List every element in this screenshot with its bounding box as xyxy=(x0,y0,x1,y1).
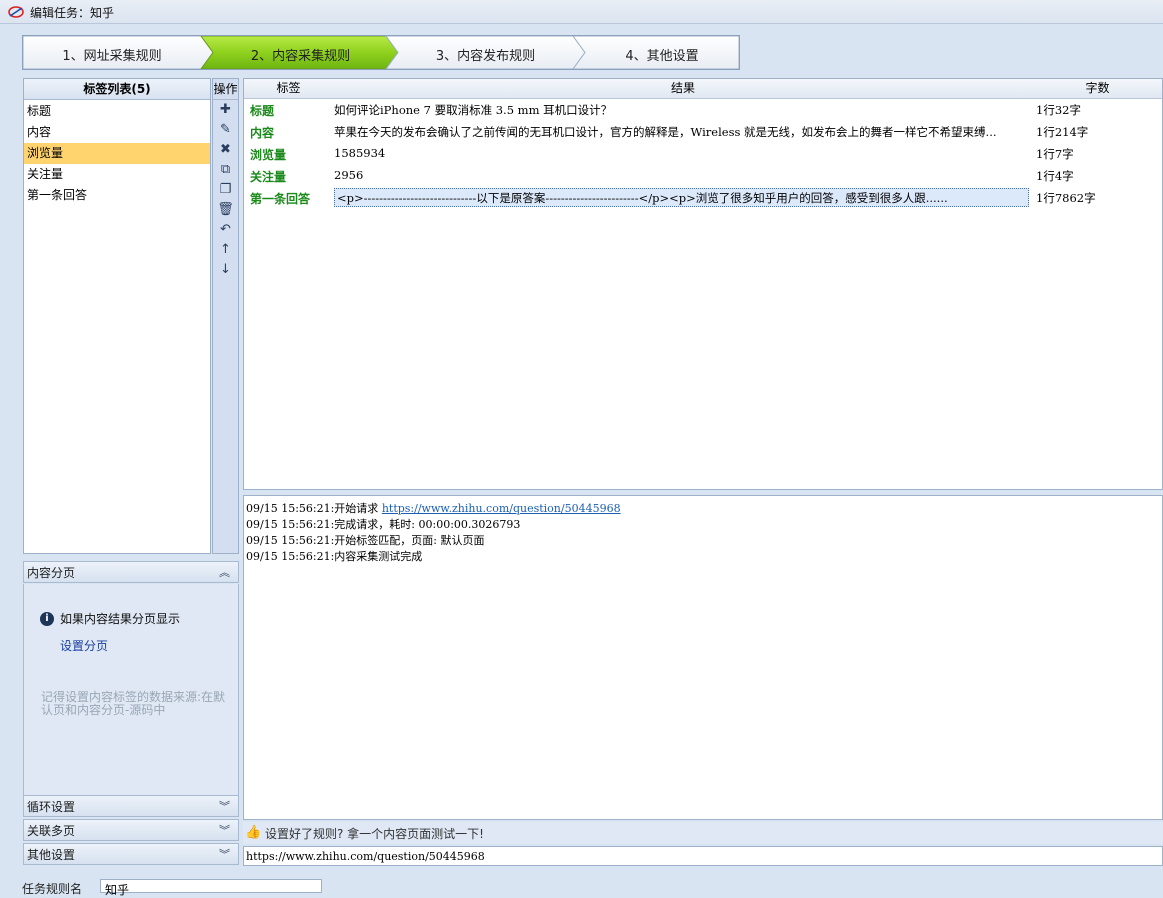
chevron-down-icon[interactable]: ︾ xyxy=(219,844,230,866)
chevron-up-icon[interactable]: ︽ xyxy=(219,562,230,584)
table-row[interactable]: 关注量 2956 1行4字 xyxy=(244,165,1162,187)
paging-hint-text: 记得设置内容标签的数据来源:在默认页和内容分页-源码中 xyxy=(41,690,226,717)
row-result: 苹果在今天的发布会确认了之前传闻的无耳机口设计，官方的解释是，Wireless … xyxy=(334,125,997,139)
step-wizard: 1、网址采集规则 2、内容采集规则 3、内容发布规则 4、其他设置 xyxy=(22,35,740,70)
log-line: 09/15 15:56:21:开始标签匹配，页面: 默认页面 xyxy=(246,534,485,547)
row-tag: 第一条回答 xyxy=(250,192,311,206)
table-row[interactable]: 内容 苹果在今天的发布会确认了之前传闻的无耳机口设计，官方的解释是，Wirele… xyxy=(244,121,1162,143)
tag-list-header: 标签列表(5) xyxy=(24,79,210,100)
step-3-publish-rules[interactable]: 3、内容发布规则 xyxy=(398,45,573,64)
add-icon[interactable]: ✚ xyxy=(216,101,235,119)
other-settings-label: 其他设置 xyxy=(27,848,76,862)
tag-list-panel: 标签列表(5) 标题 内容 浏览量 关注量 第一条回答 xyxy=(23,78,211,554)
row-tag: 关注量 xyxy=(250,170,287,184)
move-up-icon[interactable]: ↑ xyxy=(216,241,235,259)
row-count: 1行32字 xyxy=(1036,103,1081,117)
row-result: 2956 xyxy=(334,168,364,182)
window-title: 编辑任务：知乎 xyxy=(30,6,115,20)
row-result-selected-cell[interactable]: <p>-----------------------------以下是原答案--… xyxy=(334,188,1029,207)
loop-settings-header[interactable]: 循环设置 ︾ xyxy=(23,795,239,817)
paste-icon[interactable]: ❐ xyxy=(216,181,235,199)
chevron-down-icon[interactable]: ︾ xyxy=(219,796,230,818)
trash-icon[interactable]: 🗑 xyxy=(216,201,235,219)
task-rule-name-input[interactable]: 知乎 xyxy=(100,879,322,897)
loop-settings-label: 循环设置 xyxy=(27,800,76,814)
multi-page-label: 关联多页 xyxy=(27,824,76,838)
column-header-count[interactable]: 字数 xyxy=(1033,79,1162,99)
tag-item-first-answer[interactable]: 第一条回答 xyxy=(24,185,210,206)
test-hint-bar: 👍 设置好了规则? 拿一个内容页面测试一下! xyxy=(243,822,1163,844)
tag-item-views[interactable]: 浏览量 xyxy=(24,143,210,164)
content-paging-body: i 如果内容结果分页显示 设置分页 记得设置内容标签的数据来源:在默认页和内容分… xyxy=(23,584,239,795)
task-rule-name-label: 任务规则名 xyxy=(22,882,83,896)
column-header-result[interactable]: 结果 xyxy=(333,79,1034,99)
tag-item-content[interactable]: 内容 xyxy=(24,122,210,143)
copy-icon[interactable]: ⧉ xyxy=(216,161,235,179)
log-line: 09/15 15:56:21:完成请求，耗时: 00:00:00.3026793 xyxy=(246,518,521,531)
multi-page-header[interactable]: 关联多页 ︾ xyxy=(23,819,239,841)
content-paging-label: 内容分页 xyxy=(27,566,76,580)
column-header-tag[interactable]: 标签 xyxy=(244,79,334,99)
info-icon: i xyxy=(40,612,54,626)
row-count: 1行7862字 xyxy=(1036,191,1096,205)
row-count: 1行7字 xyxy=(1036,147,1074,161)
table-row[interactable]: 浏览量 1585934 1行7字 xyxy=(244,143,1162,165)
log-line: 09/15 15:56:21:内容采集测试完成 xyxy=(246,550,423,563)
row-count: 1行4字 xyxy=(1036,169,1074,183)
setup-paging-link[interactable]: 设置分页 xyxy=(60,637,108,654)
result-grid: 标签 结果 字数 标题 如何评论iPhone 7 要取消标准 3.5 mm 耳机… xyxy=(243,78,1163,490)
test-hint-text: 设置好了规则? 拿一个内容页面测试一下! xyxy=(265,827,484,841)
row-tag: 内容 xyxy=(250,126,275,140)
row-result: 1585934 xyxy=(334,146,386,160)
delete-icon[interactable]: ✖ xyxy=(216,141,235,159)
window-title-bar: 编辑任务：知乎 xyxy=(0,0,1163,24)
chevron-down-icon[interactable]: ︾ xyxy=(219,820,230,842)
table-row[interactable]: 第一条回答 <p>-----------------------------以下… xyxy=(244,187,1162,209)
move-down-icon[interactable]: ↓ xyxy=(216,261,235,279)
log-line-text: 09/15 15:56:21:开始请求 xyxy=(246,502,382,515)
operations-column: 操作 ✚ ✎ ✖ ⧉ ❐ 🗑 ↶ ↑ ↓ xyxy=(212,78,239,554)
row-tag: 标题 xyxy=(250,104,275,118)
thumbs-up-icon: 👍 xyxy=(245,825,262,840)
step-2-content-rules[interactable]: 2、内容采集规则 xyxy=(213,45,388,64)
paging-info-text: 如果内容结果分页显示 xyxy=(60,612,181,626)
log-line: 09/15 15:56:21:开始请求 https://www.zhihu.co… xyxy=(246,500,621,516)
content-paging-header[interactable]: 内容分页 ︽ xyxy=(23,561,239,583)
operations-header: 操作 xyxy=(213,79,238,100)
tag-item-title[interactable]: 标题 xyxy=(24,101,210,122)
undo-icon[interactable]: ↶ xyxy=(216,221,235,239)
tag-item-follows[interactable]: 关注量 xyxy=(24,164,210,185)
step-1-url-rules[interactable]: 1、网址采集规则 xyxy=(23,45,201,64)
edit-icon[interactable]: ✎ xyxy=(216,121,235,139)
row-result: 如何评论iPhone 7 要取消标准 3.5 mm 耳机口设计？ xyxy=(334,103,613,117)
log-output: 09/15 15:56:21:开始请求 https://www.zhihu.co… xyxy=(243,495,1163,820)
table-row[interactable]: 标题 如何评论iPhone 7 要取消标准 3.5 mm 耳机口设计？ 1行32… xyxy=(244,99,1162,121)
app-logo-icon xyxy=(8,6,24,18)
other-settings-header[interactable]: 其他设置 ︾ xyxy=(23,843,239,865)
row-count: 1行214字 xyxy=(1036,125,1089,139)
row-tag: 浏览量 xyxy=(250,148,287,162)
log-url-link[interactable]: https://www.zhihu.com/question/50445968 xyxy=(382,502,621,515)
test-url-input[interactable]: https://www.zhihu.com/question/50445968 xyxy=(243,846,1163,866)
step-4-other-settings[interactable]: 4、其他设置 xyxy=(585,45,739,64)
